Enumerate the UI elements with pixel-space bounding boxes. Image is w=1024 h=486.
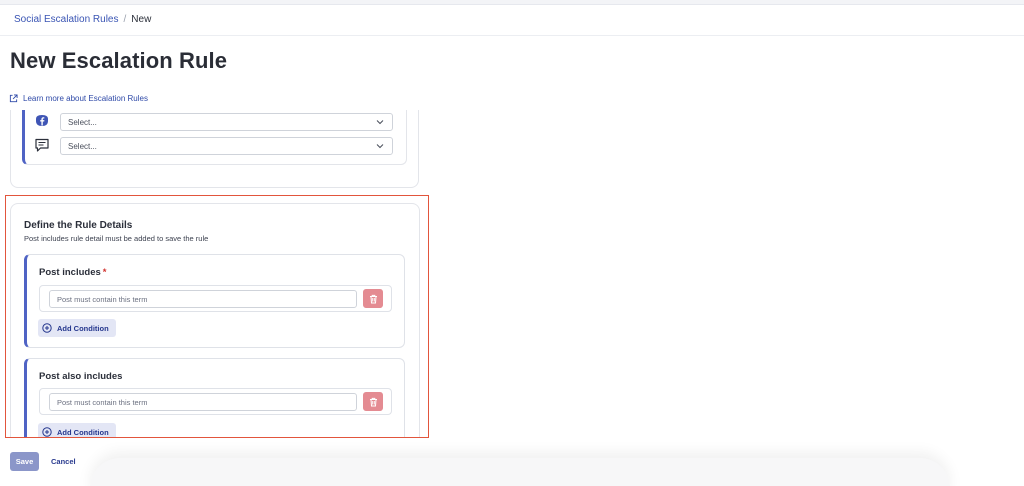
learn-more-link[interactable]: Learn more about Escalation Rules xyxy=(9,94,148,103)
channel-row-message xyxy=(34,137,50,153)
save-button[interactable]: Save xyxy=(10,452,39,471)
facebook-select[interactable]: Select... xyxy=(60,113,393,131)
breadcrumb-parent-link[interactable]: Social Escalation Rules xyxy=(14,14,119,25)
channel-row-facebook xyxy=(34,113,50,129)
chevron-down-icon xyxy=(376,144,384,149)
cancel-button[interactable]: Cancel xyxy=(51,452,76,471)
message-icon xyxy=(34,137,50,153)
facebook-icon xyxy=(34,113,50,129)
highlight-frame xyxy=(5,195,429,438)
learn-more-label: Learn more about Escalation Rules xyxy=(23,94,148,103)
breadcrumb: Social Escalation Rules / New xyxy=(14,14,151,25)
message-select-value: Select... xyxy=(68,141,97,151)
bottom-overlay xyxy=(90,458,950,486)
facebook-select-value: Select... xyxy=(68,117,97,127)
breadcrumb-current: New xyxy=(131,14,152,25)
top-bar xyxy=(0,0,1024,5)
external-link-icon xyxy=(9,94,18,103)
breadcrumb-separator: / xyxy=(123,14,127,25)
header-divider xyxy=(0,35,1024,36)
page-title: New Escalation Rule xyxy=(10,48,228,73)
chevron-down-icon xyxy=(376,120,384,125)
message-select[interactable]: Select... xyxy=(60,137,393,155)
